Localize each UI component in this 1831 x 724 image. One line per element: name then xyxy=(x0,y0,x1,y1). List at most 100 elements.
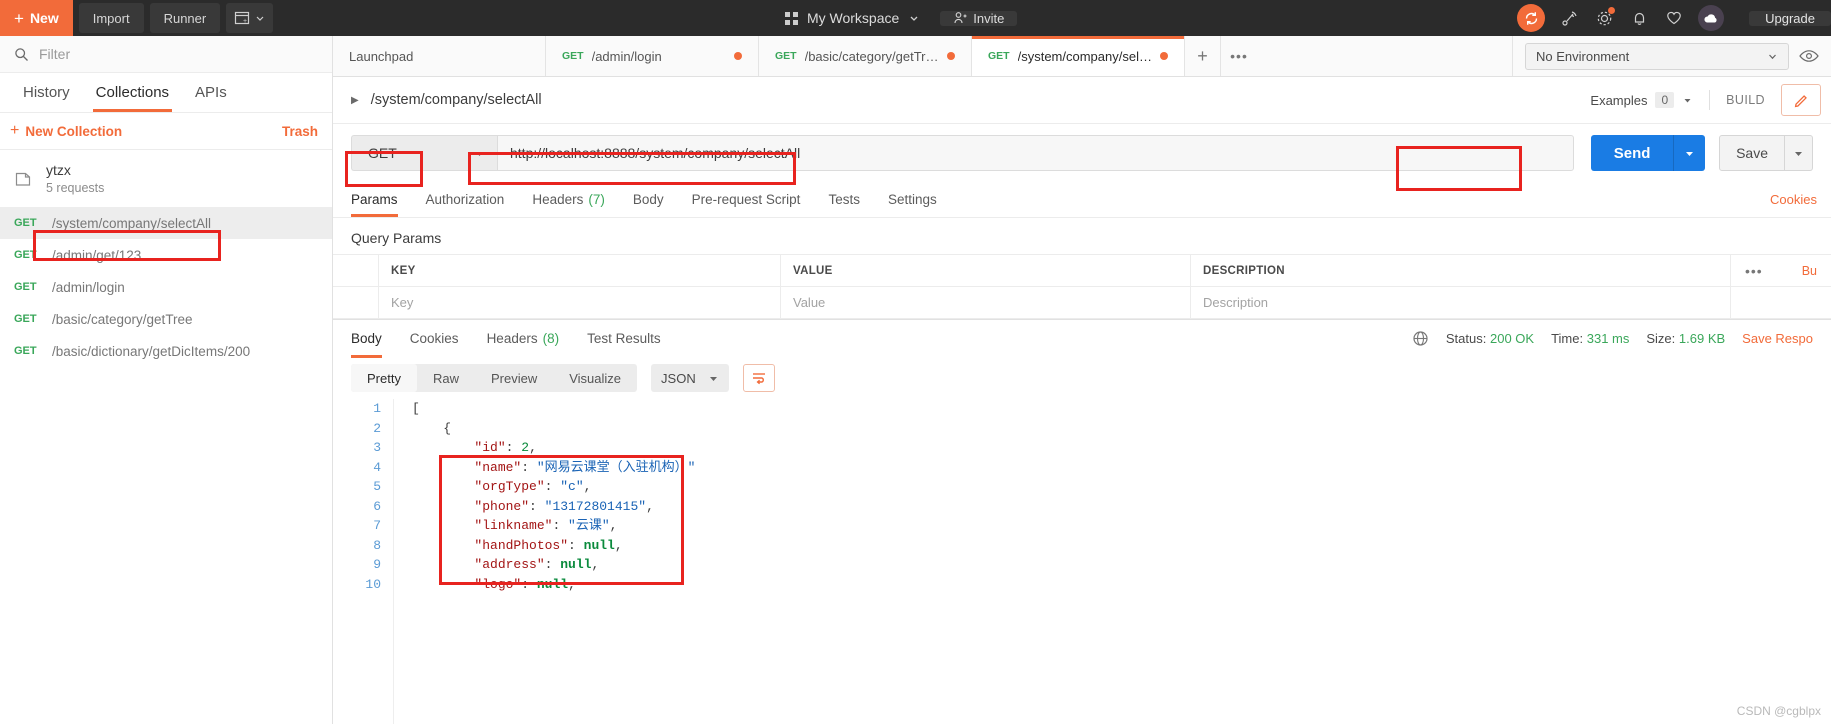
workspace-selector[interactable]: My Workspace xyxy=(773,10,932,26)
tab-headers[interactable]: Headers (7) xyxy=(518,182,619,217)
tab-label: /system/company/selectAll xyxy=(1017,48,1152,64)
query-params-table: KEY VALUE DESCRIPTION ••• Bu Key Value D… xyxy=(333,254,1831,319)
method-selector[interactable]: GET xyxy=(351,135,461,171)
bell-icon[interactable] xyxy=(1628,7,1650,29)
line-number: 9 xyxy=(373,557,381,572)
notification-dot xyxy=(1608,7,1616,14)
method-dropdown-caret[interactable] xyxy=(461,135,497,171)
more-icon[interactable]: ••• xyxy=(1745,263,1763,279)
tab-basic-category-gettree[interactable]: GET /basic/category/getTree xyxy=(759,36,972,76)
sidebar-tab-label: APIs xyxy=(195,84,227,101)
main-panel: Launchpad GET /admin/login GET /basic/ca… xyxy=(333,36,1831,724)
filter-input[interactable] xyxy=(39,46,318,62)
build-button[interactable]: BUILD xyxy=(1726,93,1765,107)
tabstrip-spacer xyxy=(1257,36,1513,76)
runner-button[interactable]: Runner xyxy=(149,3,221,33)
sidebar-tab-collections[interactable]: Collections xyxy=(83,73,182,112)
edit-pencil-button[interactable] xyxy=(1781,84,1821,116)
invite-label: Invite xyxy=(973,10,1005,26)
tab-label: Settings xyxy=(887,192,937,207)
wrap-lines-button[interactable] xyxy=(742,364,775,392)
collection-item-ytzx[interactable]: ytzx 5 requests xyxy=(0,150,332,207)
cookies-link[interactable]: Cookies xyxy=(1770,182,1817,217)
trash-button[interactable]: Trash xyxy=(282,124,318,139)
response-tab-headers[interactable]: Headers (8) xyxy=(473,320,574,358)
segment-raw[interactable]: Raw xyxy=(417,364,475,392)
sidebar-tab-apis[interactable]: APIs xyxy=(182,73,240,112)
response-body-code[interactable]: 1 2 3 4 5 6 7 8 9 10 [ { "id": 2, "name"… xyxy=(333,399,1831,724)
avatar[interactable] xyxy=(1698,5,1725,31)
format-label: JSON xyxy=(661,370,696,386)
eye-icon[interactable] xyxy=(1799,49,1819,63)
chevron-down-icon xyxy=(255,13,265,23)
add-tab-button[interactable]: + xyxy=(1185,36,1221,76)
invite-button[interactable]: Invite xyxy=(940,10,1018,26)
save-response-button[interactable]: Save Respo xyxy=(1742,331,1813,346)
send-button[interactable]: Send xyxy=(1591,135,1674,171)
tab-admin-login[interactable]: GET /admin/login xyxy=(546,36,759,76)
sidebar-request-basic-dictionary-getdicitems-200[interactable]: GET /basic/dictionary/getDicItems/200 xyxy=(0,335,332,367)
response-tab-test-results[interactable]: Test Results xyxy=(573,320,675,358)
tab-tests[interactable]: Tests xyxy=(814,182,874,217)
pencil-icon xyxy=(1793,92,1809,108)
build-label: BUILD xyxy=(1726,93,1765,107)
save-button[interactable]: Save xyxy=(1719,135,1785,171)
globe-icon[interactable] xyxy=(1412,330,1429,347)
response-tab-body[interactable]: Body xyxy=(351,320,396,358)
satellite-icon[interactable] xyxy=(1558,7,1580,29)
line-number: 3 xyxy=(373,440,381,455)
send-dropdown-caret[interactable] xyxy=(1673,135,1706,171)
segment-preview[interactable]: Preview xyxy=(475,364,553,392)
upgrade-button[interactable]: Upgrade xyxy=(1749,10,1831,26)
line-number: 8 xyxy=(373,537,381,553)
sidebar-request-basic-category-gettree[interactable]: GET /basic/category/getTree xyxy=(0,303,332,335)
status-label: Status: xyxy=(1445,331,1487,346)
segment-visualize[interactable]: Visualize xyxy=(553,364,637,392)
time-label: Time: xyxy=(1551,331,1584,346)
bulk-edit-link[interactable]: Bu xyxy=(1802,264,1817,278)
tab-method: GET xyxy=(988,50,1010,62)
tab-label: /admin/login xyxy=(591,48,662,64)
sidebar-request-admin-login[interactable]: GET /admin/login xyxy=(0,271,332,303)
sync-icon[interactable] xyxy=(1517,4,1546,32)
value-input[interactable]: Value xyxy=(781,287,1191,319)
table-header-row: KEY VALUE DESCRIPTION ••• Bu xyxy=(333,255,1831,287)
unsaved-dot-icon xyxy=(734,52,742,60)
new-button[interactable]: + New xyxy=(0,0,73,36)
unsaved-dot-icon xyxy=(1160,52,1168,60)
sidebar-request-admin-get-123[interactable]: GET /admin/get/123 xyxy=(0,239,332,271)
tab-options-button[interactable]: ••• xyxy=(1221,36,1257,76)
tab-settings[interactable]: Settings xyxy=(874,182,951,217)
environment-selector[interactable]: No Environment xyxy=(1525,42,1789,70)
sidebar-request-system-company-selectall[interactable]: GET /system/company/selectAll xyxy=(0,207,332,239)
key-input[interactable]: Key xyxy=(379,287,781,319)
new-collection-button[interactable]: + New Collection xyxy=(4,122,122,140)
tab-params[interactable]: Params xyxy=(351,182,412,217)
line-number: 10 xyxy=(365,576,381,592)
save-dropdown-caret[interactable] xyxy=(1785,135,1813,171)
header-description: DESCRIPTION xyxy=(1191,255,1731,287)
response-format-selector[interactable]: JSON xyxy=(651,364,729,392)
tab-system-company-selectall[interactable]: GET /system/company/selectAll xyxy=(972,36,1185,76)
gear-icon[interactable] xyxy=(1593,7,1616,29)
tab-authorization[interactable]: Authorization xyxy=(412,182,519,217)
import-button[interactable]: Import xyxy=(78,3,144,33)
examples-button[interactable]: Examples 0 xyxy=(1590,92,1693,108)
description-input[interactable]: Description xyxy=(1191,287,1731,319)
collection-request-count: 5 requests xyxy=(46,181,105,195)
tab-body[interactable]: Body xyxy=(619,182,678,217)
segment-pretty[interactable]: Pretty xyxy=(351,364,417,392)
tab-pre-request-script[interactable]: Pre-request Script xyxy=(678,182,815,217)
tab-launchpad[interactable]: Launchpad xyxy=(333,36,546,76)
topbar-spacer-left xyxy=(273,0,773,36)
new-window-button[interactable]: + xyxy=(226,3,274,33)
line-number-gutter: 1 2 3 4 5 6 7 8 9 10 xyxy=(351,399,393,724)
sidebar-tab-history[interactable]: History xyxy=(10,73,83,112)
url-input[interactable] xyxy=(497,135,1575,171)
heart-icon[interactable] xyxy=(1663,7,1685,29)
row-checkbox-cell[interactable] xyxy=(333,287,379,319)
request-config-tabs: Params Authorization Headers (7) Body Pr… xyxy=(333,182,1831,218)
code-line: "handPhotos": null, xyxy=(474,537,623,553)
chevron-right-icon[interactable]: ▶ xyxy=(351,95,359,106)
response-tab-cookies[interactable]: Cookies xyxy=(396,320,473,358)
